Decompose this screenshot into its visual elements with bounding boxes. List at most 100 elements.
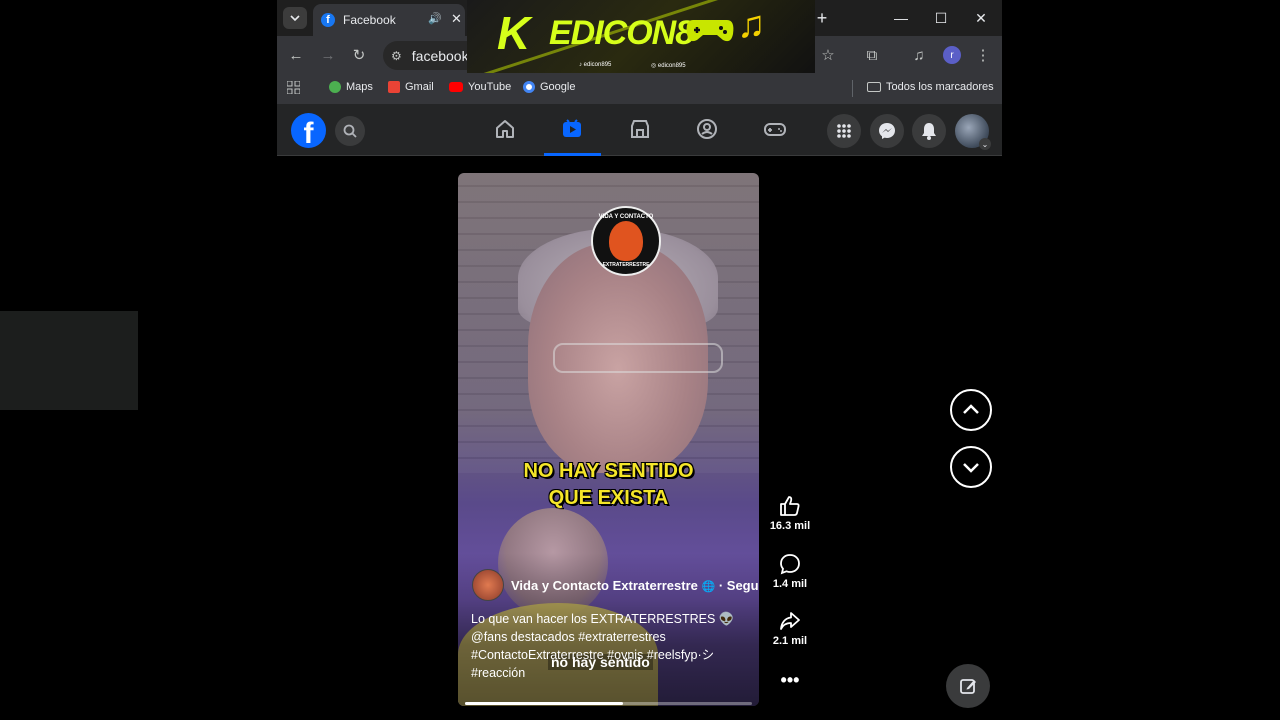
all-bookmarks-label: Todos los marcadores [886,81,994,93]
bookmark-label: Gmail [405,81,434,93]
close-window-icon[interactable]: ✕ [971,8,991,28]
banner-title: EDICON8 [549,14,694,52]
profile-avatar[interactable]: r [942,45,962,65]
edit-icon [960,679,976,694]
follow-button[interactable]: · Seguir [719,578,759,593]
like-count: 16.3 mil [769,520,811,532]
video-progress-fill [465,702,623,705]
bookmark-label: Maps [346,81,373,93]
site-info-icon[interactable]: ⚙ [391,49,402,63]
tab-facebook[interactable]: f Facebook 🔊 ✕ [313,4,465,36]
nav-marketplace[interactable] [625,114,655,144]
video-figure-glasses [553,343,723,373]
social-handle-2-text: edicon895 [657,63,686,69]
author-line: Vida y Contacto Extraterrestre 🌐 · Segui… [511,578,759,593]
maps-icon [329,81,341,93]
new-tab-icon[interactable]: + [812,8,832,28]
maximize-icon[interactable]: ☐ [931,8,951,28]
back-icon[interactable]: ← [286,45,306,65]
extensions-icon[interactable]: ⧉ [862,45,882,65]
bookmark-gmail[interactable]: Gmail [388,81,434,93]
bookmark-youtube[interactable]: YouTube [449,81,511,93]
watermark-top-text: VIDA Y CONTACTO [598,214,654,220]
bookmarks-bar: Maps Gmail YouTube Google Todos los marc… [277,74,1002,104]
more-options-icon[interactable]: ••• [768,670,812,691]
chevron-down-icon: ⌄ [979,138,991,150]
apps-grid-icon[interactable] [287,81,300,94]
chevron-up-icon [963,404,979,414]
bookmarks-divider [852,80,853,97]
comment-button[interactable]: 1.4 mil [768,552,812,590]
watermark-bottom-text: EXTRATERRESTRE [602,262,650,268]
groups-icon [697,119,717,139]
video-progress-bar[interactable] [465,702,752,705]
social-handle-1: ♪ edicon895 [579,62,612,68]
bookmark-label: YouTube [468,81,512,93]
bookmark-label: Google [540,81,576,93]
alien-icon [609,221,643,261]
facebook-logo-letter: f [303,117,314,148]
menu-button[interactable] [827,114,861,148]
bookmark-star-icon[interactable]: ☆ [818,45,838,65]
chevron-down-icon [963,463,979,473]
thumbs-up-icon [780,496,800,516]
forward-icon[interactable]: → [318,45,338,65]
next-reel-button[interactable] [950,446,992,488]
video-caption: NO HAY SENTIDO QUE EXISTA [458,458,759,512]
author-avatar[interactable] [472,569,504,601]
speaker-icon[interactable]: 🔊 [428,12,442,25]
all-bookmarks-folder[interactable]: Todos los marcadores [867,81,994,93]
create-reel-button[interactable] [946,664,990,708]
bookmark-google[interactable]: Google [523,81,575,93]
music-note-icon: ♫ [737,4,766,46]
nav-groups[interactable] [692,114,722,144]
tab-title: Facebook [343,13,396,27]
caption-line-2: QUE EXISTA [548,487,669,509]
globe-icon: 🌐 [701,581,716,593]
marketplace-icon [631,120,649,138]
like-button[interactable]: 16.3 mil [768,494,812,532]
share-button[interactable]: 2.1 mil [768,609,812,647]
channel-watermark: VIDA Y CONTACTO EXTRATERRESTRE [591,206,661,276]
overlay-banner: K EDICON8 ♫ ♪ edicon895 ◎ edicon895 [467,0,815,73]
search-icon [343,124,357,138]
active-tab-indicator [544,153,601,156]
url-text: facebook [411,47,469,64]
caption-line-1: NO HAY SENTIDO [523,460,694,482]
facebook-header: f ⌄ [277,104,1002,156]
nav-home[interactable] [490,114,520,144]
social-handle-1-text: edicon895 [583,62,612,68]
profile-initial: r [943,46,961,64]
messenger-button[interactable] [870,114,904,148]
youtube-icon [449,82,463,92]
reload-icon[interactable]: ↻ [349,45,369,65]
reel-description: Lo que van hacer los EXTRATERRESTRES 👽 @… [471,612,735,680]
previous-reel-button[interactable] [950,389,992,431]
nav-gaming[interactable] [760,114,790,144]
reel-video[interactable]: VIDA Y CONTACTO EXTRATERRESTRE NO HAY SE… [458,173,759,706]
menu-kebab-icon[interactable]: ⋮ [973,45,993,65]
grid-menu-icon [837,124,851,138]
comment-count: 1.4 mil [772,578,808,590]
google-icon [523,81,535,93]
share-count: 2.1 mil [772,635,808,647]
nav-video[interactable] [557,114,587,144]
gamepad-icon [686,20,734,42]
author-name[interactable]: Vida y Contacto Extraterrestre [511,578,698,593]
close-tab-icon[interactable]: ✕ [451,11,462,27]
facebook-logo[interactable]: f [291,113,326,148]
tab-search-button[interactable] [283,7,307,29]
bookmark-maps[interactable]: Maps [329,81,373,93]
comment-icon [780,554,800,575]
account-avatar[interactable]: ⌄ [955,114,991,150]
bell-icon [922,123,936,140]
search-button[interactable] [335,116,365,146]
minimize-icon[interactable]: — [891,8,911,28]
notifications-button[interactable] [912,114,946,148]
messenger-icon [879,123,895,139]
social-handle-2: ◎ edicon895 [651,63,686,69]
facebook-favicon-icon: f [321,13,335,27]
media-control-icon[interactable]: ♫ [909,45,929,65]
home-icon [496,120,514,138]
share-icon [780,612,800,630]
